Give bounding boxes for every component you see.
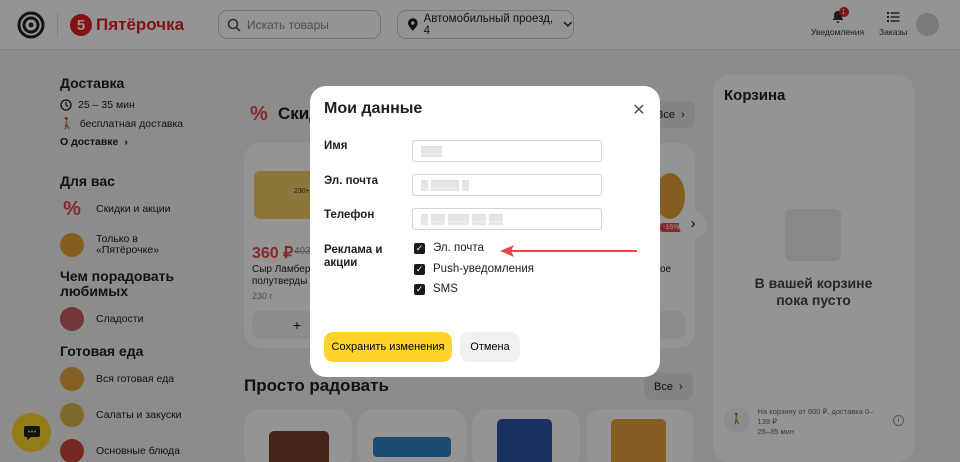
- checkbox-checked-icon: ✓: [414, 283, 425, 295]
- my-data-modal: Мои данные ✕ Имя Эл. почта Телефон Рекла…: [310, 86, 660, 377]
- email-label: Эл. почта: [324, 175, 378, 187]
- phone-label: Телефон: [324, 209, 375, 221]
- annotation-arrow-icon: [500, 245, 637, 257]
- name-label: Имя: [324, 140, 348, 152]
- ads-label-line2: акции: [324, 257, 358, 269]
- email-consent-checkbox[interactable]: ✓ Эл. почта: [414, 242, 484, 254]
- save-button[interactable]: Сохранить изменения: [324, 332, 452, 362]
- ads-label: Реклама и акции: [324, 244, 382, 270]
- modal-title: Мои данные: [324, 100, 423, 117]
- email-field[interactable]: [412, 174, 602, 196]
- push-consent-checkbox[interactable]: ✓ Push-уведомления: [414, 263, 534, 275]
- checkbox-label: SMS: [433, 283, 458, 295]
- checkbox-label: Эл. почта: [433, 242, 484, 254]
- phone-field[interactable]: [412, 208, 602, 230]
- close-icon[interactable]: ✕: [630, 102, 648, 120]
- cancel-button[interactable]: Отмена: [460, 332, 520, 362]
- sms-consent-checkbox[interactable]: ✓ SMS: [414, 283, 458, 295]
- name-field[interactable]: [412, 140, 602, 162]
- checkbox-checked-icon: ✓: [414, 242, 425, 254]
- ads-label-line1: Реклама и: [324, 244, 383, 256]
- checkbox-checked-icon: ✓: [414, 263, 425, 275]
- checkbox-label: Push-уведомления: [433, 263, 535, 275]
